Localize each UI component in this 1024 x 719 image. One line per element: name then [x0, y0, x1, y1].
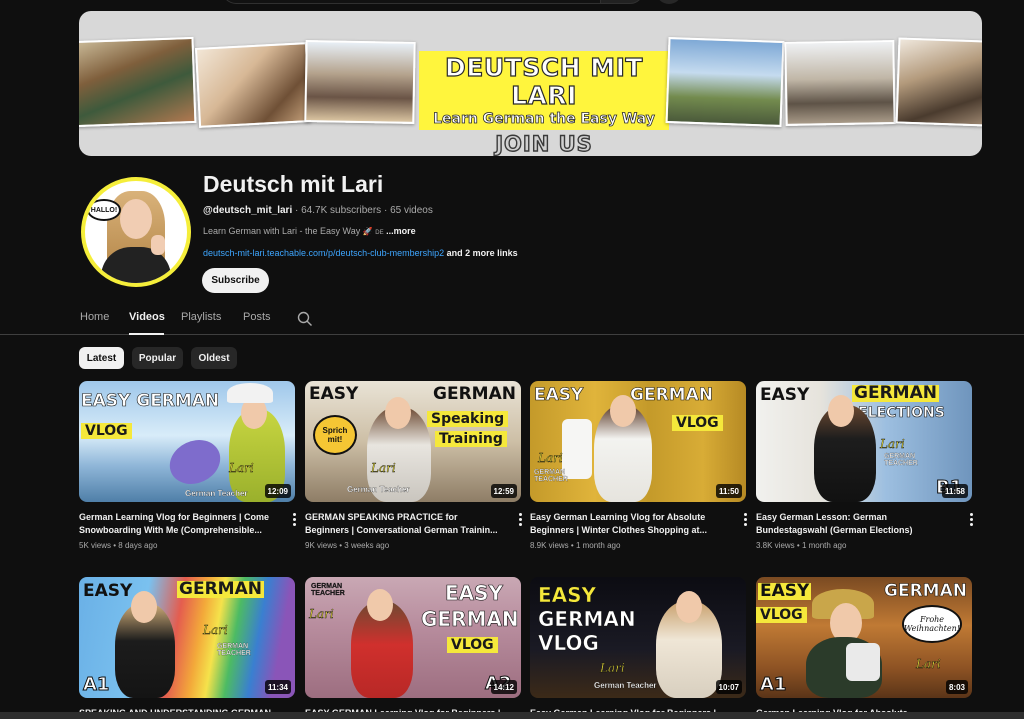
banner-photo-reading — [194, 42, 312, 128]
more-options-icon[interactable] — [515, 512, 525, 528]
avatar-speech-bubble: HALLO! — [87, 199, 121, 221]
top-bar — [0, 0, 1024, 8]
tab-posts[interactable]: Posts — [243, 311, 271, 323]
video-card[interactable]: EASY GERMAN VLOG Lari German Teacher 10:… — [530, 577, 746, 719]
duration-badge: 12:59 — [490, 484, 517, 498]
video-thumbnail[interactable]: EASY GERMAN VLOG Lari German Teacher 12:… — [79, 381, 295, 502]
filter-popular[interactable]: Popular — [132, 347, 183, 369]
banner-photo-classroom — [784, 40, 896, 126]
video-thumbnail[interactable]: EASY GERMAN Speaking Training Sprich mit… — [305, 381, 521, 502]
tab-home[interactable]: Home — [80, 311, 109, 323]
video-thumbnail[interactable]: EASY GERMAN Lari GERMAN TEACHER A1 11:34 — [79, 577, 295, 698]
duration-badge: 10:07 — [715, 680, 742, 694]
more-options-icon[interactable] — [740, 512, 750, 528]
video-title[interactable]: German Learning Vlog for Beginners | Com… — [79, 511, 277, 537]
channel-handle: @deutsch_mit_lari — [203, 205, 293, 216]
rocket-icon: 🚀 — [362, 227, 373, 236]
banner-cta: JOIN US — [495, 131, 593, 156]
tab-playlists[interactable]: Playlists — [181, 311, 221, 323]
video-card[interactable]: GERMAN TEACHER Lari EASY GERMAN VLOG A2 … — [305, 577, 521, 719]
duration-badge: 11:50 — [715, 484, 742, 498]
duration-badge: 11:58 — [941, 484, 968, 498]
channel-meta: @deutsch_mit_lari · 64.7K subscribers · … — [203, 205, 433, 216]
subscriber-count: 64.7K subscribers — [301, 205, 382, 216]
video-card[interactable]: EASY GERMAN VLOG Lari German Teacher 12:… — [79, 381, 296, 550]
video-count: 65 videos — [390, 205, 433, 216]
video-meta: 5K views • 8 days ago — [79, 541, 158, 550]
banner-headline: DEUTSCH MIT LARI Learn German the Easy W… — [419, 51, 669, 156]
duration-badge: 14:12 — [490, 680, 517, 694]
video-card[interactable]: EASY GERMAN ELECTIONS Lari GERMAN TEACHE… — [756, 381, 973, 550]
video-meta: 8.9K views • 1 month ago — [530, 541, 621, 550]
more-links-button[interactable]: and 2 more links — [447, 248, 518, 258]
duration-badge: 8:03 — [945, 680, 968, 694]
channel-description[interactable]: Learn German with Lari - the Easy Way 🚀 … — [203, 226, 416, 236]
level-badge: A1 — [82, 674, 110, 696]
duration-badge: 11:34 — [264, 680, 291, 694]
channel-banner: DEUTSCH MIT LARI Learn German the Easy W… — [79, 11, 982, 156]
filter-latest[interactable]: Latest — [79, 347, 124, 369]
search-icon[interactable] — [297, 311, 313, 327]
video-thumbnail[interactable]: EASY GERMAN VLOG Frohe Weihnachten! Lari… — [756, 577, 972, 698]
more-link[interactable]: ...more — [386, 226, 416, 236]
more-options-icon[interactable] — [966, 512, 976, 528]
flag-de-icon: DE — [375, 230, 384, 236]
video-thumbnail[interactable]: GERMAN TEACHER Lari EASY GERMAN VLOG A2 … — [305, 577, 521, 698]
video-thumbnail[interactable]: EASY GERMAN ELECTIONS Lari GERMAN TEACHE… — [756, 381, 972, 502]
banner-photo-cafe — [895, 37, 982, 127]
banner-subtitle: Learn German the Easy Way — [433, 111, 656, 128]
duration-badge: 12:09 — [264, 484, 291, 498]
video-meta: 9K views • 3 weeks ago — [305, 541, 390, 550]
active-tab-indicator — [129, 333, 164, 335]
video-card[interactable]: EASY GERMAN VLOG Frohe Weihnachten! Lari… — [756, 577, 972, 719]
video-meta: 3.8K views • 1 month ago — [756, 541, 847, 550]
banner-photo-supermarket — [79, 36, 197, 128]
video-title[interactable]: GERMAN SPEAKING PRACTICE for Beginners |… — [305, 511, 503, 537]
video-title[interactable]: Easy German Learning Vlog for Absolute B… — [530, 511, 728, 537]
video-card[interactable]: EASY GERMAN VLOG Lari GERMAN TEACHER 11:… — [530, 381, 747, 550]
subscribe-button[interactable]: Subscribe — [202, 268, 269, 293]
channel-links: deutsch-mit-lari.teachable.com/p/deutsch… — [203, 248, 518, 258]
voice-search-button[interactable] — [656, 0, 682, 4]
level-badge: A1 — [759, 674, 787, 696]
banner-photo-friends — [304, 40, 416, 124]
video-thumbnail[interactable]: EASY GERMAN VLOG Lari German Teacher 10:… — [530, 577, 746, 698]
channel-avatar[interactable]: HALLO! — [81, 177, 191, 287]
video-title[interactable]: Easy German Lesson: German Bundestagswah… — [756, 511, 954, 537]
channel-name: Deutsch mit Lari — [203, 171, 384, 197]
search-button[interactable] — [600, 0, 644, 4]
banner-photo-hikers — [665, 37, 785, 127]
filter-oldest[interactable]: Oldest — [191, 347, 237, 369]
banner-title: DEUTSCH MIT LARI — [444, 53, 643, 110]
video-thumbnail[interactable]: EASY GERMAN VLOG Lari GERMAN TEACHER 11:… — [530, 381, 746, 502]
video-card[interactable]: EASY GERMAN Lari GERMAN TEACHER A1 11:34… — [79, 577, 295, 719]
channel-tabs: Home Videos Playlists Posts — [0, 303, 1024, 335]
external-link[interactable]: deutsch-mit-lari.teachable.com/p/deutsch… — [203, 248, 444, 258]
more-options-icon[interactable] — [289, 512, 299, 528]
video-card[interactable]: EASY GERMAN Speaking Training Sprich mit… — [305, 381, 522, 550]
tab-videos[interactable]: Videos — [129, 311, 165, 323]
taskbar-edge — [0, 712, 1024, 719]
search-input[interactable] — [222, 0, 600, 4]
